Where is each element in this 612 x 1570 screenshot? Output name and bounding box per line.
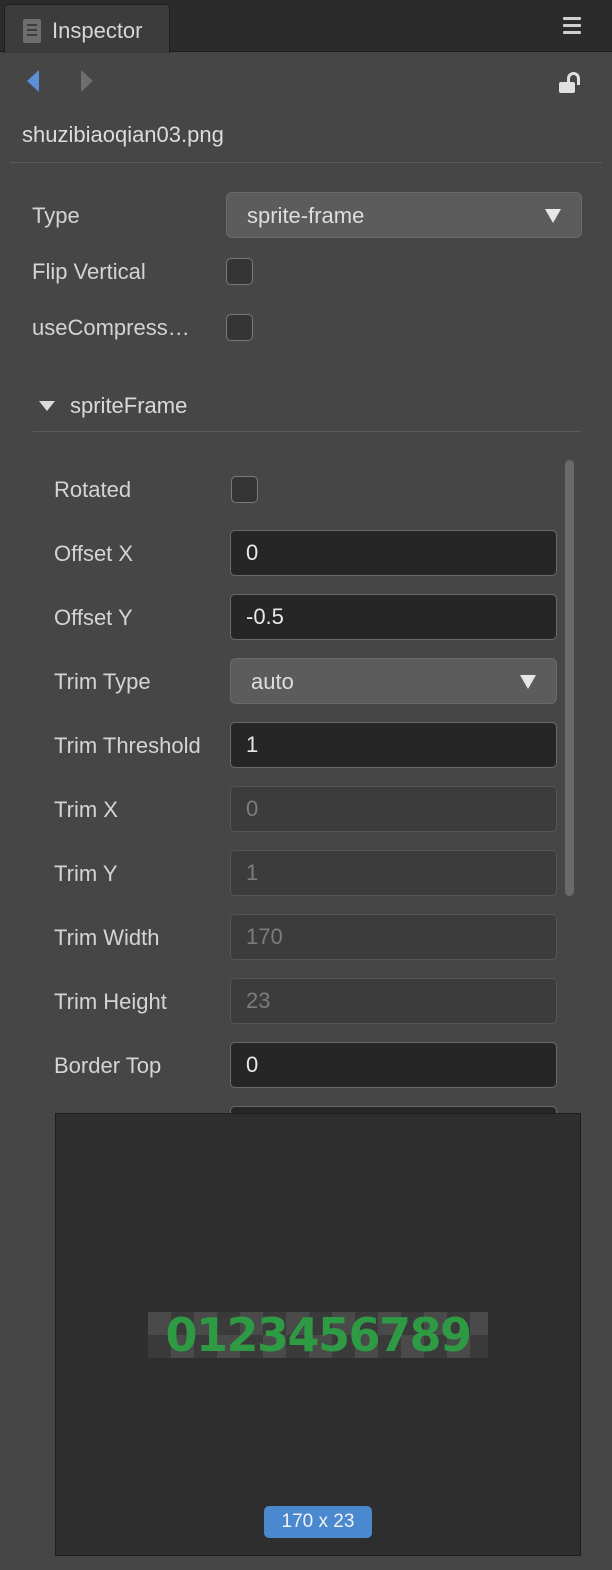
trim-width-label: Trim Width xyxy=(54,925,160,950)
back-arrow-icon[interactable] xyxy=(27,70,39,92)
offset-x-label: Offset X xyxy=(54,541,134,566)
offset-x-input[interactable] xyxy=(230,530,557,576)
trim-x-input xyxy=(230,786,557,832)
sprite-preview: 0123456789 170 x 23 xyxy=(55,1113,581,1556)
rotated-checkbox[interactable] xyxy=(231,476,258,503)
hamburger-menu-icon[interactable] xyxy=(563,17,583,35)
tab-bar: Inspector xyxy=(0,0,612,53)
offset-y-input[interactable] xyxy=(230,594,557,640)
size-badge: 170 x 23 xyxy=(264,1506,372,1538)
trim-threshold-label: Trim Threshold xyxy=(54,733,201,758)
forward-arrow-icon[interactable] xyxy=(81,70,93,92)
use-compress-label: useCompress… xyxy=(32,315,190,340)
trim-type-select[interactable]: auto xyxy=(230,658,557,704)
border-top-input[interactable] xyxy=(230,1042,557,1088)
offset-y-label: Offset Y xyxy=(54,605,133,630)
type-label: Type xyxy=(32,203,80,228)
header-divider xyxy=(10,162,602,163)
unlock-icon[interactable] xyxy=(559,72,585,96)
trim-threshold-input[interactable] xyxy=(230,722,557,768)
sprite-digits: 0123456789 xyxy=(165,1312,472,1358)
use-compress-checkbox[interactable] xyxy=(226,314,253,341)
sprite-image: 0123456789 xyxy=(148,1312,488,1358)
border-top-label: Border Top xyxy=(54,1053,162,1078)
sprite-frame-section-title[interactable]: spriteFrame xyxy=(70,393,187,419)
section-divider xyxy=(33,431,581,432)
flip-vertical-label: Flip Vertical xyxy=(32,259,146,284)
trim-y-label: Trim Y xyxy=(54,861,118,886)
trim-type-select-value: auto xyxy=(251,669,294,694)
rotated-label: Rotated xyxy=(54,477,132,502)
inspector-panel-icon xyxy=(23,19,41,43)
trim-x-label: Trim X xyxy=(54,797,118,822)
trim-type-label: Trim Type xyxy=(54,669,151,694)
collapse-triangle-icon[interactable] xyxy=(39,401,55,411)
type-select-value: sprite-frame xyxy=(247,203,365,228)
trim-height-input xyxy=(230,978,557,1024)
asset-filename: shuzibiaoqian03.png xyxy=(22,122,224,147)
tab-inspector[interactable]: Inspector xyxy=(4,4,170,53)
flip-vertical-checkbox[interactable] xyxy=(226,258,253,285)
dropdown-arrow-icon xyxy=(545,209,561,223)
type-select[interactable]: sprite-frame xyxy=(226,192,582,238)
vertical-scrollbar[interactable] xyxy=(565,460,574,896)
tab-inspector-label: Inspector xyxy=(52,18,143,43)
trim-width-input xyxy=(230,914,557,960)
trim-y-input xyxy=(230,850,557,896)
trim-height-label: Trim Height xyxy=(54,989,167,1014)
dropdown-arrow-icon xyxy=(520,675,536,689)
